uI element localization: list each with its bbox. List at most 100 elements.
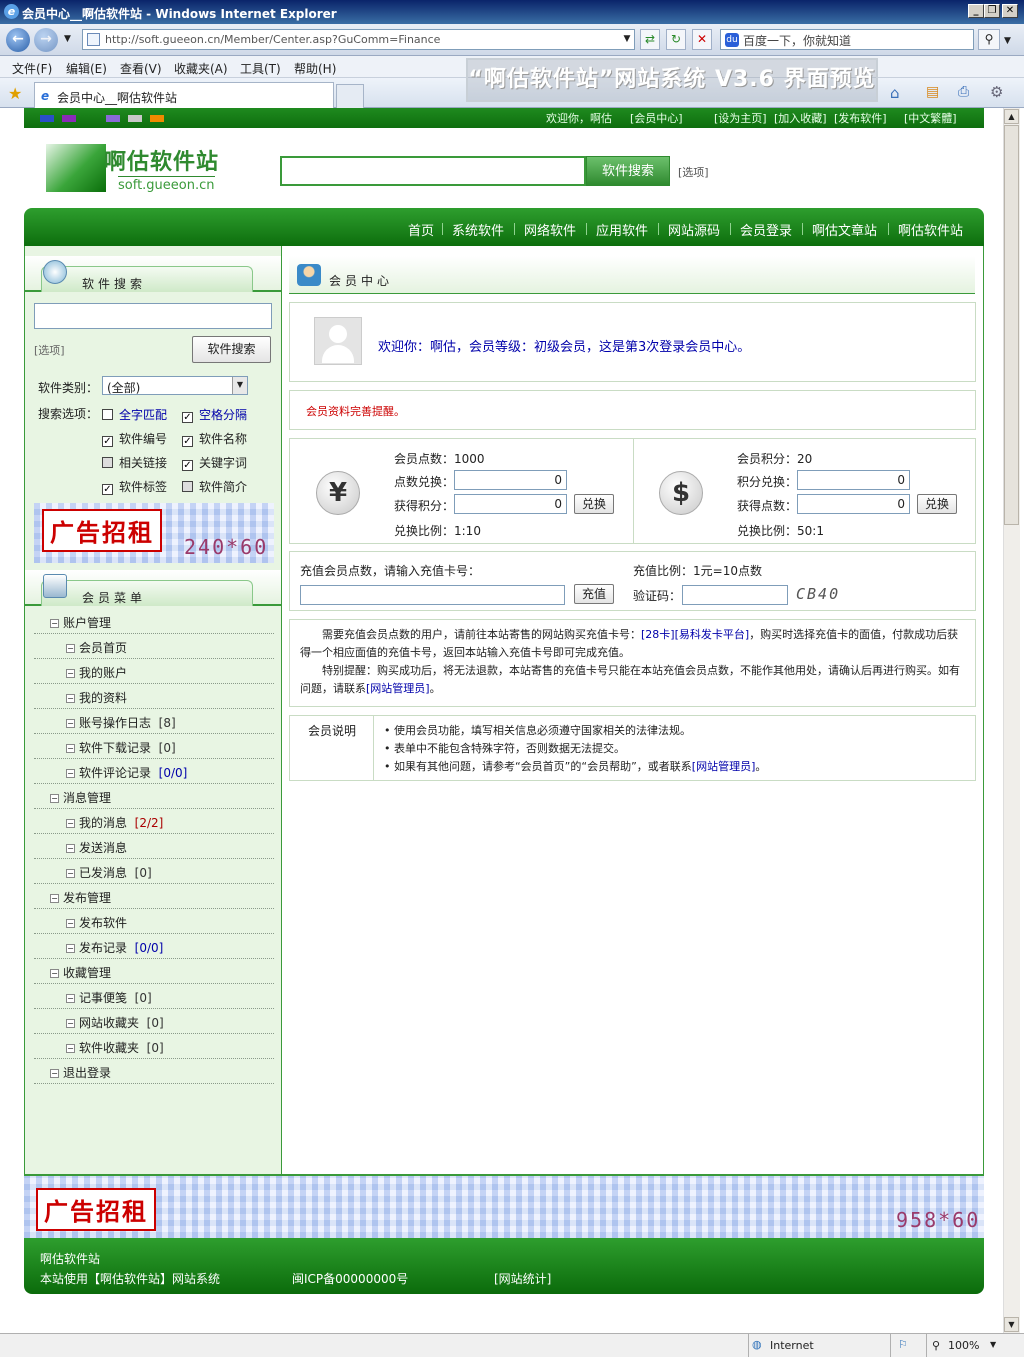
theme-orange-swatch[interactable] bbox=[150, 115, 164, 122]
scroll-up-icon[interactable]: ▲ bbox=[1004, 109, 1019, 124]
opt-related-link[interactable]: 相关链接 bbox=[102, 454, 167, 471]
nav-site-source[interactable]: 网站源码 bbox=[668, 220, 720, 239]
menu-group-favorites[interactable]: − 收藏管理 bbox=[50, 964, 111, 981]
theme-gray-swatch[interactable] bbox=[128, 115, 142, 122]
footer-stats[interactable]: [网站统计] bbox=[494, 1270, 551, 1287]
favorites-star-icon[interactable]: ★ bbox=[8, 84, 22, 103]
link-admin-2[interactable]: [网站管理员] bbox=[692, 760, 756, 773]
link-28ka[interactable]: [28卡] bbox=[641, 628, 675, 641]
tab-active[interactable]: e 会员中心__啊估软件站 bbox=[34, 82, 334, 108]
captcha-input[interactable] bbox=[682, 585, 788, 605]
search-go-icon[interactable]: ⚲ bbox=[978, 29, 1000, 50]
url-dropdown-icon[interactable]: ▼ bbox=[617, 29, 637, 50]
topbar-add-favorite[interactable]: [加入收藏] bbox=[774, 110, 827, 126]
forward-button[interactable]: → bbox=[34, 28, 58, 52]
recharge-card-input[interactable] bbox=[300, 585, 565, 605]
site-search-input[interactable] bbox=[280, 156, 586, 186]
opt-tag[interactable]: ✓ 软件标签 bbox=[102, 478, 167, 495]
menu-view[interactable]: 查看(V) bbox=[120, 60, 162, 77]
nav-home[interactable]: 首页 bbox=[408, 220, 434, 239]
points-gain-input[interactable]: 0 bbox=[454, 494, 567, 514]
menu-publish-software[interactable]: − 发布软件 bbox=[66, 914, 127, 931]
site-search-options[interactable]: [选项] bbox=[678, 164, 709, 180]
topbar-set-home[interactable]: [设为主页] bbox=[714, 110, 767, 126]
nav-network-software[interactable]: 网络软件 bbox=[524, 220, 576, 239]
menu-group-publish[interactable]: − 发布管理 bbox=[50, 889, 111, 906]
theme-violet-swatch[interactable] bbox=[106, 115, 120, 122]
footer-ad-banner[interactable]: 广告招租 958*60 bbox=[24, 1174, 984, 1238]
opt-keyword[interactable]: ✓ 关键字词 bbox=[182, 454, 247, 471]
menu-logout[interactable]: − 退出登录 bbox=[50, 1064, 111, 1081]
menu-help[interactable]: 帮助(H) bbox=[294, 60, 336, 77]
menu-site-favorites[interactable]: − 网站收藏夹 [0] bbox=[66, 1014, 164, 1031]
menu-publish-records[interactable]: − 发布记录 [0/0] bbox=[66, 939, 163, 956]
recharge-button[interactable]: 充值 bbox=[574, 584, 614, 604]
topbar-publish[interactable]: [发布软件] bbox=[834, 110, 887, 126]
menu-download-records[interactable]: − 软件下载记录 [0] bbox=[66, 739, 176, 756]
menu-my-messages[interactable]: − 我的消息 [2/2] bbox=[66, 814, 163, 831]
back-button[interactable]: ← bbox=[6, 28, 30, 52]
theme-purple-swatch[interactable] bbox=[62, 115, 76, 122]
menu-edit[interactable]: 编辑(E) bbox=[66, 60, 107, 77]
link-admin[interactable]: [网站管理员] bbox=[366, 682, 430, 695]
opt-soft-name[interactable]: ✓ 软件名称 bbox=[182, 430, 247, 447]
logo-mark[interactable] bbox=[46, 144, 106, 192]
new-tab-button[interactable] bbox=[336, 84, 364, 108]
menu-group-message[interactable]: − 消息管理 bbox=[50, 789, 111, 806]
menu-operation-log[interactable]: − 账号操作日志 [8] bbox=[66, 714, 176, 731]
nav-member-login[interactable]: 会员登录 bbox=[740, 220, 792, 239]
theme-blue-swatch[interactable] bbox=[40, 115, 54, 122]
score-exchange-input[interactable]: 0 bbox=[797, 470, 910, 490]
refresh-icon[interactable]: ↻ bbox=[666, 29, 686, 50]
logo-name[interactable]: 啊估软件站 bbox=[104, 144, 219, 176]
sidebar-ad-banner[interactable]: 广告招租 240*60 bbox=[34, 503, 274, 563]
points-exchange-input[interactable]: 0 bbox=[454, 470, 567, 490]
profile-alert[interactable]: 会员资料完善提醒。 bbox=[306, 403, 405, 419]
menu-comment-records[interactable]: − 软件评论记录 [0/0] bbox=[66, 764, 187, 781]
opt-soft-id[interactable]: ✓ 软件编号 bbox=[102, 430, 167, 447]
scroll-down-icon[interactable]: ▼ bbox=[1004, 1317, 1019, 1332]
scroll-thumb[interactable] bbox=[1004, 125, 1019, 525]
search-options-icon[interactable]: ▼ bbox=[1004, 36, 1011, 46]
history-dropdown-icon[interactable]: ▼ bbox=[64, 34, 71, 44]
menu-group-account[interactable]: − 账户管理 bbox=[50, 614, 111, 631]
home-icon[interactable]: ⌂ bbox=[890, 84, 900, 102]
topbar-member-center[interactable]: [会员中心] bbox=[630, 110, 683, 126]
menu-my-account[interactable]: − 我的账户 bbox=[66, 664, 127, 681]
opt-fullword[interactable]: 全字匹配 bbox=[102, 406, 167, 423]
sidebar-search-button[interactable]: 软件搜索 bbox=[192, 336, 271, 363]
score-exchange-button[interactable]: 兑换 bbox=[917, 494, 957, 514]
points-exchange-button[interactable]: 兑换 bbox=[574, 494, 614, 514]
menu-tools[interactable]: 工具(T) bbox=[240, 60, 281, 77]
sidebar-search-options[interactable]: [选项] bbox=[34, 342, 65, 358]
category-select[interactable]: (全部) ▼ bbox=[102, 376, 248, 395]
sidebar-search-input[interactable] bbox=[34, 303, 272, 329]
menu-member-home[interactable]: − 会员首页 bbox=[66, 639, 127, 656]
opt-intro[interactable]: 软件简介 bbox=[182, 478, 247, 495]
print-icon[interactable]: ⎙ bbox=[958, 84, 969, 100]
footer-icp[interactable]: 闽ICP备00000000号 bbox=[292, 1270, 408, 1287]
tools-gear-icon[interactable]: ⚙ bbox=[990, 83, 1003, 101]
nav-article-site[interactable]: 啊估文章站 bbox=[812, 220, 877, 239]
menu-file[interactable]: 文件(F) bbox=[12, 60, 52, 77]
menu-sent-messages[interactable]: − 已发消息 [0] bbox=[66, 864, 152, 881]
url-input[interactable]: http://soft.gueeon.cn/Member/Center.asp?… bbox=[82, 29, 635, 50]
link-yike[interactable]: [易科发卡平台] bbox=[675, 628, 750, 641]
site-search-button[interactable]: 软件搜索 bbox=[586, 156, 670, 186]
nav-system-software[interactable]: 系统软件 bbox=[452, 220, 504, 239]
menu-software-favorites[interactable]: − 软件收藏夹 [0] bbox=[66, 1039, 164, 1056]
menu-notes[interactable]: − 记事便笺 [0] bbox=[66, 989, 152, 1006]
topbar-traditional[interactable]: [中文繁體] bbox=[904, 110, 957, 126]
stop-icon[interactable]: ✕ bbox=[692, 29, 712, 50]
feeds-icon[interactable]: ▤ bbox=[926, 84, 939, 100]
search-input[interactable]: du 百度一下，你就知道 bbox=[720, 29, 974, 50]
menu-favorites[interactable]: 收藏夹(A) bbox=[174, 60, 228, 77]
menu-send-message[interactable]: − 发送消息 bbox=[66, 839, 127, 856]
minimize-button[interactable]: _ bbox=[968, 4, 984, 18]
compatibility-icon[interactable]: ⇄ bbox=[640, 29, 660, 50]
zoom-icon[interactable]: ⚲ bbox=[932, 1339, 940, 1352]
opt-space-split[interactable]: ✓ 空格分隔 bbox=[182, 406, 247, 423]
menu-my-profile[interactable]: − 我的资料 bbox=[66, 689, 127, 706]
protected-mode-icon[interactable]: ⚐ bbox=[898, 1338, 908, 1351]
zoom-dropdown-icon[interactable]: ▼ bbox=[990, 1340, 996, 1349]
